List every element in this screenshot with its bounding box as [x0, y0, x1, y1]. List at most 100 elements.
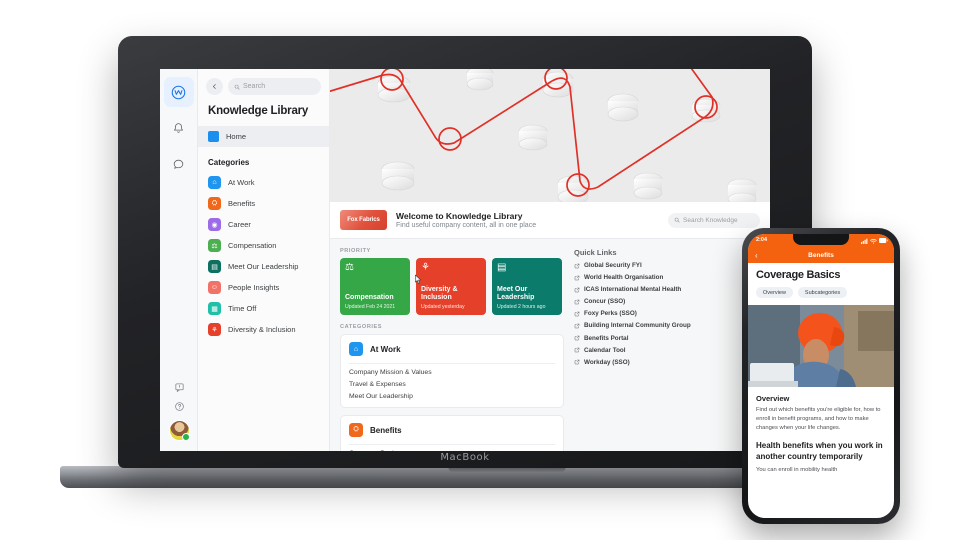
- phone-subsection-title: Health benefits when you work in another…: [756, 440, 883, 461]
- phone-clock: 2:04: [756, 237, 768, 243]
- sidebar-item-label: Career: [228, 220, 251, 229]
- category-icon: ⚘: [208, 323, 221, 336]
- quick-link-label: Workday (SSO): [584, 358, 630, 366]
- quick-links-heading: Quick Links: [574, 248, 617, 257]
- sidebar-item-diversity-inclusion[interactable]: ⚘ Diversity & Inclusion: [198, 319, 329, 340]
- quick-link-item[interactable]: Benefits Portal: [574, 335, 760, 342]
- category-link[interactable]: Travel & Expenses: [341, 376, 563, 388]
- cellular-signal-icon: [861, 238, 868, 244]
- priority-card-row: ⚖ Compensation Updated Feb 24 2021 ⚘ Diversi…: [340, 258, 564, 315]
- sidebar-item-label: People Insights: [228, 283, 280, 292]
- phone-tab-subcategories[interactable]: Subcategories: [797, 287, 848, 298]
- sidebar-item-label: Meet Our Leadership: [228, 262, 299, 271]
- knowledge-search-placeholder: Search Knowledge: [683, 216, 738, 224]
- phone-nav-bar: ‹ Benefits: [748, 248, 894, 263]
- external-link-icon: [574, 263, 580, 268]
- sidebar-item-home[interactable]: Home: [198, 126, 329, 147]
- company-logo: Fox Fabrics: [340, 210, 387, 230]
- sidebar-item-label: At Work: [228, 178, 255, 187]
- main-content: Fox Fabrics Welcome to Knowledge Library…: [330, 69, 770, 451]
- priority-card-title: Meet Our Leadership: [497, 286, 535, 302]
- macbook-screen: Search Knowledge Library Home Categories…: [160, 69, 770, 451]
- sidebar-item-at-work[interactable]: ⌂ At Work: [198, 172, 329, 193]
- global-rail: [160, 69, 198, 451]
- workplace-logo-button[interactable]: [163, 77, 194, 107]
- priority-card[interactable]: ▤ Meet Our Leadership Updated 2 hours ago: [492, 258, 562, 315]
- external-link-icon: [574, 299, 580, 305]
- iphone-device: 2:04 ‹ Benefits Coverage Basics Overview…: [742, 228, 900, 524]
- priority-card[interactable]: ⚖ Compensation Updated Feb 24 2021: [340, 258, 410, 315]
- category-card[interactable]: ⌂ At Work Company Mission & Values Travel &…: [340, 334, 564, 408]
- priority-card[interactable]: ⚘ Diversity & Inclusion Updated yesterday: [416, 258, 486, 315]
- external-link-icon: [574, 311, 580, 317]
- chevron-left-icon[interactable]: ‹: [755, 251, 758, 260]
- phone-notch: [793, 234, 849, 245]
- circle-w-icon: [171, 85, 186, 99]
- quick-link-item[interactable]: Workday (SSO): [574, 359, 760, 366]
- rail-bottom-group: [160, 382, 198, 441]
- home-icon: [208, 131, 219, 142]
- priority-card-title: Compensation: [345, 294, 394, 302]
- search-input[interactable]: Search: [228, 78, 321, 95]
- quick-link-label: Foxy Perks (SSO): [584, 310, 637, 318]
- category-card-header[interactable]: ⌂ At Work: [341, 335, 563, 363]
- phone-section-body: Find out which benefits you're eligible …: [756, 407, 881, 431]
- macbook-brand-label: MacBook: [440, 452, 490, 463]
- knowledge-search-input[interactable]: Search Knowledge: [668, 212, 760, 228]
- help-circle-icon[interactable]: [174, 401, 185, 412]
- iphone-frame: 2:04 ‹ Benefits Coverage Basics Overview…: [742, 228, 900, 524]
- external-link-icon: [574, 323, 580, 329]
- external-link-icon: [574, 347, 580, 353]
- sidebar-item-career[interactable]: ◉ Career: [198, 214, 329, 235]
- phone-status-icons: [861, 238, 888, 244]
- back-button[interactable]: [206, 78, 223, 95]
- quick-link-item[interactable]: Concur (SSO): [574, 298, 760, 305]
- priority-card-icon: ⚘: [421, 262, 430, 273]
- quick-link-label: Benefits Portal: [584, 334, 629, 342]
- quick-link-item[interactable]: Foxy Perks (SSO): [574, 310, 760, 317]
- priority-card-updated: Updated yesterday: [421, 304, 465, 310]
- sidebar-item-meet-our-leadership[interactable]: ▤ Meet Our Leadership: [198, 256, 329, 277]
- quick-link-item[interactable]: ICAS International Mental Health: [574, 286, 760, 293]
- category-card[interactable]: ⛭ Benefits Coverage Basics: [340, 415, 564, 451]
- quick-link-item[interactable]: Calendar Tool: [574, 347, 760, 354]
- category-card-title: Benefits: [370, 425, 402, 435]
- knowledge-library-app: Search Knowledge Library Home Categories…: [160, 69, 770, 451]
- macbook-lid: MacBook Search Knowledge Library Home Ca…: [118, 36, 812, 468]
- category-link[interactable]: Company Mission & Values: [341, 364, 563, 376]
- category-icon: ⚖: [208, 239, 221, 252]
- external-link-icon: [574, 287, 580, 292]
- categories-heading: Categories: [208, 158, 250, 167]
- feedback-icon[interactable]: [174, 382, 185, 393]
- quick-link-label: World Health Organisation: [584, 274, 664, 282]
- sidebar-item-benefits[interactable]: ⛭ Benefits: [198, 193, 329, 214]
- categories-section-heading: CATEGORIES: [340, 324, 383, 330]
- category-link[interactable]: Coverage Basics: [341, 445, 563, 451]
- category-link[interactable]: Meet Our Leadership: [341, 388, 563, 407]
- sidebar-item-time-off[interactable]: ▦ Time Off: [198, 298, 329, 319]
- external-link-icon: [574, 275, 580, 280]
- quick-link-item[interactable]: Building Internal Community Group: [574, 322, 760, 329]
- chat-bubble-icon: [173, 159, 184, 169]
- phone-tab-row: Overview Subcategories: [756, 287, 886, 298]
- category-icon: ⛭: [208, 197, 221, 210]
- priority-card-title: Diversity & Inclusion: [421, 286, 458, 302]
- quick-link-item[interactable]: Global Security FYI: [574, 262, 760, 269]
- messages-button[interactable]: [164, 149, 194, 179]
- avatar[interactable]: [168, 420, 190, 441]
- welcome-bar: Fox Fabrics Welcome to Knowledge Library…: [330, 202, 770, 239]
- nav-top-row: Search: [198, 78, 329, 104]
- quick-link-label: Building Internal Community Group: [584, 322, 691, 330]
- welcome-text-group: Welcome to Knowledge Library Find useful…: [396, 211, 536, 229]
- quick-link-item[interactable]: World Health Organisation: [574, 274, 760, 281]
- category-icon: ▤: [208, 260, 221, 273]
- category-card-header[interactable]: ⛭ Benefits: [341, 416, 563, 444]
- notifications-button[interactable]: [164, 113, 194, 143]
- sidebar-item-compensation[interactable]: ⚖ Compensation: [198, 235, 329, 256]
- quick-link-label: ICAS International Mental Health: [584, 286, 682, 294]
- sidebar-item-people-insights[interactable]: ☺ People Insights: [198, 277, 329, 298]
- phone-tab-overview[interactable]: Overview: [756, 287, 793, 298]
- search-icon: [674, 217, 680, 223]
- phone-header-card: Coverage Basics Overview Subcategories: [748, 263, 894, 305]
- welcome-subtitle: Find useful company content, all in one …: [396, 222, 537, 229]
